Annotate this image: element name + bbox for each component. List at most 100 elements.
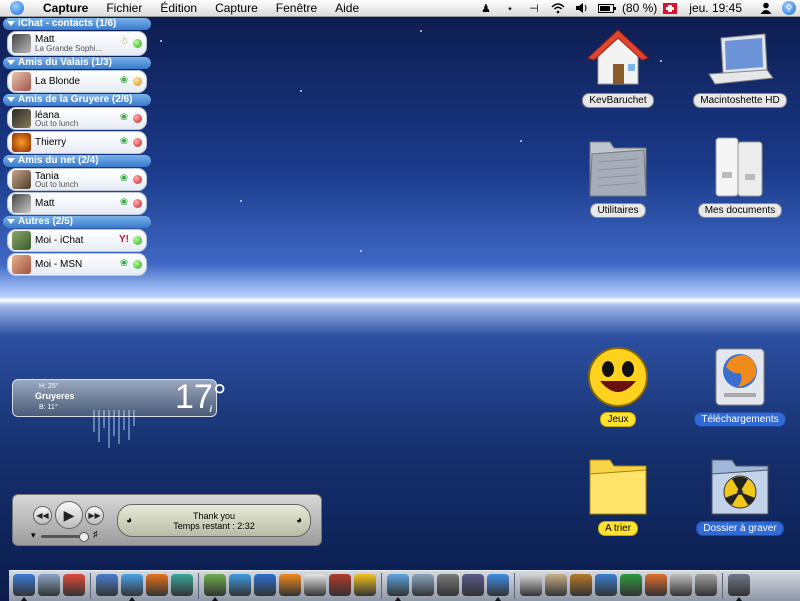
running-indicator	[395, 597, 401, 601]
disclosure-triangle-icon[interactable]	[7, 59, 15, 65]
disclosure-triangle-icon[interactable]	[7, 218, 15, 224]
buddy-item[interactable]: La Blonde ❀	[7, 70, 147, 93]
status-dot	[133, 138, 142, 147]
group-header[interactable]: Amis du Valais (1/3)	[3, 57, 151, 69]
battery-icon[interactable]	[597, 1, 616, 15]
desktop-icon-label: Dossier à graver	[696, 521, 784, 536]
preview-icon[interactable]	[412, 574, 434, 596]
desktop-icon-utilitaires[interactable]: Utilitaires	[563, 132, 673, 218]
stuffit-icon[interactable]	[570, 574, 592, 596]
toast-icon[interactable]	[354, 574, 376, 596]
desktop-icon-telechargements[interactable]: Téléchargements	[685, 345, 795, 427]
firefox-icon[interactable]	[146, 574, 168, 596]
swiss-flag-icon[interactable]	[663, 2, 678, 14]
play-button[interactable]: ▶	[55, 501, 83, 529]
buddy-item[interactable]: Moi - iChat Y!	[7, 229, 147, 252]
safari-icon[interactable]	[121, 574, 143, 596]
omnioutliner-icon[interactable]	[96, 574, 118, 596]
ical-icon[interactable]	[63, 574, 85, 596]
buddy-item[interactable]: Tania Out to lunch ❀	[7, 168, 147, 191]
desktop-icon-label: Jeux	[600, 412, 636, 427]
volume-icon[interactable]	[574, 1, 590, 15]
track-display: Thank you Temps restant : 2:32 ◕ ◕	[117, 504, 311, 537]
desktop-icon-hd[interactable]: Macintoshette HD	[685, 26, 795, 108]
desktop-icon-label: Téléchargements	[694, 412, 786, 427]
ichat-icon[interactable]	[229, 574, 251, 596]
dog-icon[interactable]: ♟	[478, 1, 494, 15]
buddy-item[interactable]: Matt La Grande Sophi... ☃	[7, 31, 147, 56]
spotlight-icon[interactable]: ⚲	[782, 1, 796, 15]
imovie-icon[interactable]	[462, 574, 484, 596]
addressbook-icon[interactable]	[545, 574, 567, 596]
desktop-icon-label: Macintoshette HD	[693, 93, 787, 108]
iphoto-icon[interactable]	[387, 574, 409, 596]
excel-icon[interactable]	[620, 574, 642, 596]
previous-button[interactable]: ◀◀	[33, 506, 52, 525]
buddy-name: La Blonde	[35, 76, 81, 87]
volume-knob[interactable]	[79, 532, 89, 542]
buddy-item[interactable]: Moi - MSN ❀	[7, 253, 147, 276]
app-menu[interactable]: Capture	[34, 0, 97, 16]
trash-icon[interactable]	[728, 574, 750, 596]
apple-menu-icon[interactable]	[10, 1, 24, 15]
buddy-item[interactable]: Thierry ❀	[7, 131, 147, 154]
mail-icon[interactable]	[38, 574, 60, 596]
photo-booth-icon[interactable]	[437, 574, 459, 596]
buddy-item[interactable]: léana Out to lunch ❀	[7, 107, 147, 130]
apple-icon[interactable]	[670, 574, 692, 596]
bracket-icon[interactable]: ⊣	[526, 1, 542, 15]
desktop-icon-graver[interactable]: Dossier à graver	[685, 452, 795, 536]
group-title: Amis du net (2/4)	[18, 155, 99, 166]
textedit-icon[interactable]	[520, 574, 542, 596]
status-dot	[133, 260, 142, 269]
disclosure-triangle-icon[interactable]	[7, 157, 15, 163]
desktop-icon-label: Utilitaires	[590, 203, 646, 218]
msn-icon: ❀	[119, 173, 129, 184]
vlc-icon[interactable]	[279, 574, 301, 596]
adium-icon[interactable]	[171, 574, 193, 596]
rewind-icon[interactable]: ◕	[126, 515, 132, 526]
butterfly-icon[interactable]: ⋆	[502, 1, 518, 15]
laptop-icon	[705, 26, 775, 90]
avatar	[12, 194, 31, 213]
forward-icon[interactable]: ◕	[296, 515, 302, 526]
disclosure-triangle-icon[interactable]	[7, 96, 15, 102]
game-icon[interactable]	[329, 574, 351, 596]
group-header[interactable]: Amis du net (2/4)	[3, 155, 151, 167]
buddy-list: iChat - contacts (1/6) Matt La Grande So…	[3, 17, 151, 277]
avatar	[12, 109, 31, 128]
status-dot	[133, 199, 142, 208]
idvd-icon[interactable]	[487, 574, 509, 596]
menu-fichier[interactable]: Fichier	[97, 0, 151, 16]
desktop-icon-a-trier[interactable]: A trier	[563, 452, 673, 536]
menu-fenetre[interactable]: Fenêtre	[267, 0, 326, 16]
wifi-icon[interactable]	[550, 1, 566, 15]
desktop-icon-documents[interactable]: Mes documents	[685, 132, 795, 218]
group-header[interactable]: iChat - contacts (1/6)	[3, 18, 151, 30]
disclosure-triangle-icon[interactable]	[7, 20, 15, 26]
user-icon[interactable]	[758, 1, 774, 15]
yellow-folder-icon	[586, 452, 650, 518]
powerpoint-icon[interactable]	[645, 574, 667, 596]
status-dot	[133, 77, 142, 86]
buddy-item[interactable]: Matt ❀	[7, 192, 147, 215]
buddy-status: Out to lunch	[35, 119, 79, 128]
desktop-icon-home[interactable]: KevBaruchet	[563, 26, 673, 108]
group-header[interactable]: Amis de la Gruyere (2/6)	[3, 94, 151, 106]
itunes-icon[interactable]	[204, 574, 226, 596]
ipod-icon[interactable]	[304, 574, 326, 596]
quicktime-icon[interactable]	[254, 574, 276, 596]
group-header[interactable]: Autres (2/5)	[3, 216, 151, 228]
scissors-icon[interactable]	[695, 574, 717, 596]
finder-icon[interactable]	[13, 574, 35, 596]
menu-edition[interactable]: Édition	[151, 0, 206, 16]
next-button[interactable]: ▶▶	[85, 506, 104, 525]
menu-capture[interactable]: Capture	[206, 0, 267, 16]
msn-icon: ❀	[119, 75, 129, 86]
info-button[interactable]: i	[209, 404, 212, 414]
word-icon[interactable]	[595, 574, 617, 596]
menu-clock[interactable]: jeu. 19:45	[689, 1, 742, 15]
menu-aide[interactable]: Aide	[326, 0, 368, 16]
desktop-icon-jeux[interactable]: Jeux	[563, 345, 673, 427]
running-indicator	[495, 597, 501, 601]
